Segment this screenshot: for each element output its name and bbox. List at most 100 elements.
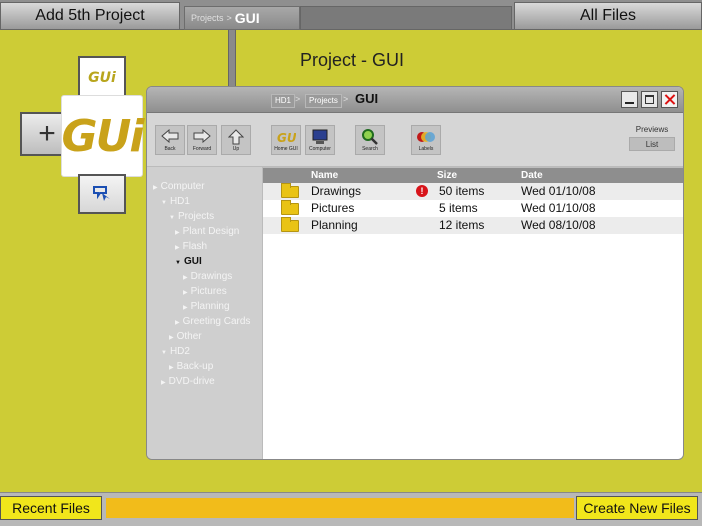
folder-icon — [281, 217, 299, 232]
project-thumb-small[interactable]: GUi — [78, 56, 126, 100]
file-date: Wed 08/10/08 — [521, 218, 596, 232]
labels-button[interactable]: Labels — [411, 125, 441, 155]
labels-label: Labels — [418, 146, 434, 152]
labels-icon — [417, 132, 435, 142]
project-breadcrumb-tab[interactable]: Projects > GUI — [184, 6, 300, 30]
tree-item-gui[interactable]: ▼ GUI — [147, 254, 262, 269]
file-name: Planning — [311, 218, 358, 232]
magnifier-icon — [362, 129, 378, 145]
file-row-planning[interactable]: Planning 12 items Wed 08/10/08 — [263, 217, 683, 234]
minimize-icon[interactable] — [621, 91, 638, 108]
window-crumb-projects[interactable]: Projects — [305, 94, 342, 108]
tree-item-dvd-drive[interactable]: ▶ DVD-drive — [147, 374, 262, 389]
tree-arrow-icon: ▼ — [161, 200, 167, 206]
tree-arrow-icon: ▼ — [175, 260, 181, 266]
tree-item-hd1[interactable]: ▼ HD1 — [147, 194, 262, 209]
maximize-icon[interactable] — [641, 91, 658, 108]
file-row-pictures[interactable]: Pictures 5 items Wed 01/10/08 — [263, 200, 683, 217]
tree-item-projects[interactable]: ▼ Projects — [147, 209, 262, 224]
tree-item-other[interactable]: ▶ Other — [147, 329, 262, 344]
file-size: 5 items — [439, 201, 478, 215]
crumb-parent[interactable]: Projects — [191, 13, 224, 23]
tree-arrow-icon: ▶ — [183, 275, 188, 281]
view-toggle: Previews List — [629, 123, 675, 151]
column-size-header[interactable]: Size — [437, 170, 457, 181]
close-icon[interactable] — [661, 91, 678, 108]
window-crumb-current: GUI — [355, 91, 379, 106]
window-crumb-sep: > — [295, 94, 301, 104]
tree-arrow-icon: ▶ — [183, 290, 188, 296]
folder-icon — [281, 183, 299, 198]
file-size: 50 items — [439, 184, 485, 198]
tree-item-label: Back-up — [176, 361, 214, 372]
tree-item-label: Projects — [177, 211, 215, 222]
column-date-header[interactable]: Date — [521, 170, 543, 181]
top-bar-spacer — [300, 6, 512, 30]
tree-item-greeting-cards[interactable]: ▶ Greeting Cards — [147, 314, 262, 329]
recent-files-button[interactable]: Recent Files — [0, 496, 102, 520]
tree-item-planning[interactable]: ▶ Planning — [147, 299, 262, 314]
home-gui-icon: GUi — [277, 131, 296, 145]
file-row-drawings[interactable]: Drawings ! 50 items Wed 01/10/08 — [263, 183, 683, 200]
folder-icon — [281, 200, 299, 215]
create-new-files-button[interactable]: Create New Files — [576, 496, 698, 520]
back-button[interactable]: Back — [155, 125, 185, 155]
tree-item-drawings[interactable]: ▶ Drawings — [147, 269, 262, 284]
tree-item-label: DVD-drive — [168, 376, 215, 387]
tree-item-label: Computer — [160, 181, 205, 192]
svg-text:GUi: GUi — [277, 131, 296, 145]
alert-icon: ! — [416, 185, 428, 197]
computer-button[interactable]: Computer — [305, 125, 335, 155]
list-view-button[interactable]: List — [629, 137, 675, 151]
file-list: Name Size Date Drawings ! 50 items Wed 0… — [263, 167, 683, 459]
tree-item-flash[interactable]: ▶ Flash — [147, 239, 262, 254]
gui-logo-large: GUi — [61, 110, 145, 162]
file-browser-window: HD1 > Projects > GUI Back Forward Up GUi… — [146, 86, 684, 460]
tree-item-plant-design[interactable]: ▶ Plant Design — [147, 224, 262, 239]
tree-arrow-icon: ▶ — [169, 365, 174, 371]
tree-item-label: Planning — [190, 301, 230, 312]
gui-logo-small: GUi — [88, 70, 116, 86]
tree-arrow-icon: ▶ — [153, 185, 158, 191]
folder-tree: ▶ Computer ▼ HD1 ▼ Projects ▶ Plant Design ▶… — [147, 167, 263, 459]
computer-icon — [312, 129, 328, 144]
bottom-strip — [106, 498, 574, 518]
tree-item-label: HD2 — [169, 346, 190, 357]
tree-item-pictures[interactable]: ▶ Pictures — [147, 284, 262, 299]
back-label: Back — [164, 146, 176, 152]
tree-item-computer[interactable]: ▶ Computer — [147, 179, 262, 194]
tree-item-label: HD1 — [169, 196, 190, 207]
file-size: 12 items — [439, 218, 485, 232]
search-label: Search — [362, 146, 378, 152]
home-gui-button[interactable]: GUi Home GUI — [271, 125, 301, 155]
tree-item-hd2[interactable]: ▼ HD2 — [147, 344, 262, 359]
add-project-tab[interactable]: Add 5th Project — [0, 2, 180, 30]
tree-arrow-icon: ▶ — [183, 305, 188, 311]
computer-label: Computer — [309, 146, 331, 152]
project-logo-icon — [93, 186, 110, 201]
tree-arrow-icon: ▶ — [169, 335, 174, 341]
search-button[interactable]: Search — [355, 125, 385, 155]
page-title: Project - GUI — [300, 50, 405, 70]
previews-view-button[interactable]: Previews — [629, 123, 675, 137]
project-thumb-active[interactable]: GUi — [61, 96, 145, 176]
file-list-header: Name Size Date — [263, 167, 683, 183]
file-list-rows: Drawings ! 50 items Wed 01/10/08 Picture… — [263, 183, 683, 234]
toolbar: Back Forward Up GUi Home GUI Computer Se… — [147, 113, 683, 167]
tree-item-label: Drawings — [190, 271, 233, 282]
window-crumb-hd1[interactable]: HD1 — [271, 94, 296, 108]
tree-item-back-up[interactable]: ▶ Back-up — [147, 359, 262, 374]
all-files-tab[interactable]: All Files — [514, 2, 702, 30]
file-name: Pictures — [311, 201, 355, 215]
back-arrow-icon — [161, 129, 179, 143]
window-crumb-sep: > — [343, 94, 349, 104]
project-thumb-other[interactable] — [78, 174, 126, 214]
column-name-header[interactable]: Name — [311, 170, 338, 181]
tree-arrow-icon: ▶ — [175, 230, 180, 236]
up-label: Up — [232, 146, 240, 152]
forward-button[interactable]: Forward — [187, 125, 217, 155]
tree-item-label: GUI — [183, 256, 202, 267]
tree-arrow-icon: ▶ — [175, 245, 180, 251]
up-button[interactable]: Up — [221, 125, 251, 155]
forward-arrow-icon — [193, 129, 211, 143]
